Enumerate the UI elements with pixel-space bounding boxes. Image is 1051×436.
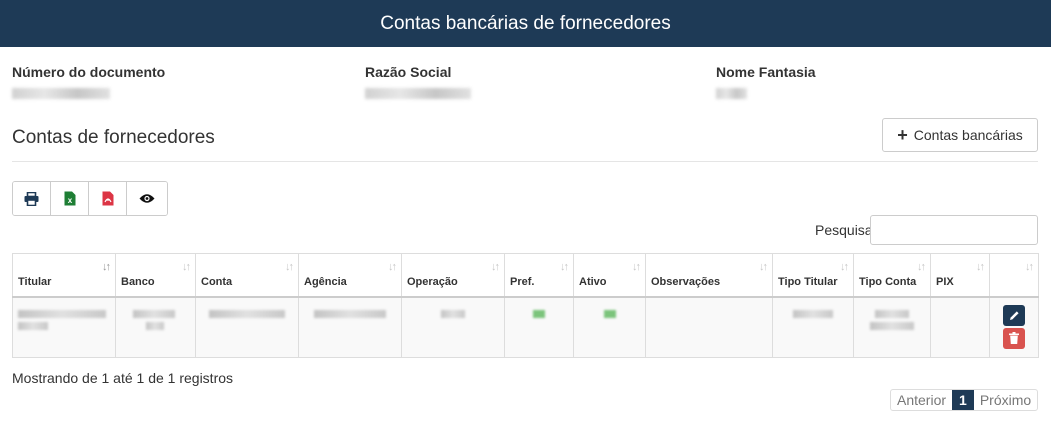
delete-button[interactable] [1003,327,1025,349]
column-header-ativo[interactable]: Ativo ↓↑ [573,253,646,298]
sort-asc-icon: ↓↑ [102,261,111,273]
column-header-banco[interactable]: Banco ↓↑ [115,253,196,298]
sort-icon: ↓↑ [917,261,926,273]
page-header: Contas bancárias de fornecedores [0,0,1051,47]
cell-operacao [401,296,505,358]
cell-tipo-titular [772,296,854,358]
sort-icon: ↓↑ [388,261,397,273]
trade-name-value-redacted [716,88,747,99]
add-bank-account-label: Contas bancárias [913,127,1023,143]
cell-observacoes [645,296,773,358]
pagination-page-current[interactable]: 1 [952,390,974,410]
column-header-pref[interactable]: Pref. ↓↑ [504,253,574,298]
cell-actions [989,296,1039,358]
column-header-pix[interactable]: PIX ↓↑ [930,253,990,298]
pdf-icon [102,191,113,206]
sort-icon: ↓↑ [285,261,294,273]
print-icon [24,191,39,206]
sort-icon: ↓↑ [632,261,641,273]
column-header-conta[interactable]: Conta ↓↑ [195,253,299,298]
plus-icon: + [897,125,908,145]
section-title: Contas de fornecedores [12,127,215,148]
pencil-icon [1009,310,1019,320]
company-name-value-redacted [365,88,471,99]
company-name-label: Razão Social [365,64,452,80]
page-title: Contas bancárias de fornecedores [380,12,671,34]
add-bank-account-button[interactable]: + Contas bancárias [882,118,1038,152]
table-header-row: Titular ↓↑ Banco ↓↑ Conta ↓↑ Agência ↓↑ Oper… [12,253,1039,298]
column-header-operacao[interactable]: Operação ↓↑ [401,253,505,298]
pagination-previous[interactable]: Anterior [891,390,952,410]
trade-name-label: Nome Fantasia [716,64,816,80]
sort-icon: ↓↑ [1025,261,1034,273]
sort-icon: ↓↑ [759,261,768,273]
column-header-tipo-conta[interactable]: Tipo Conta ↓↑ [853,253,931,298]
column-visibility-button[interactable] [127,182,167,215]
export-pdf-button[interactable] [89,182,127,215]
document-number-value-redacted [12,88,110,99]
check-icon [533,309,545,318]
search-input[interactable] [870,215,1038,245]
edit-button[interactable] [1003,304,1025,326]
cell-banco [115,296,196,358]
document-number-label: Número do documento [12,64,166,80]
check-icon [603,309,616,318]
pagination-next[interactable]: Próximo [974,390,1037,410]
cell-pref [504,296,574,358]
cell-ativo [573,296,646,358]
print-button[interactable] [13,182,51,215]
excel-icon: x [64,191,75,206]
sort-icon: ↓↑ [976,261,985,273]
export-toolbar: x [12,181,168,216]
cell-conta [195,296,299,358]
pagination: Anterior 1 Próximo [890,389,1039,411]
column-header-actions[interactable]: ↓↑ [989,253,1039,298]
column-header-observacoes[interactable]: Observações ↓↑ [645,253,773,298]
sort-icon: ↓↑ [560,261,569,273]
sort-icon: ↓↑ [840,261,849,273]
column-header-titular[interactable]: Titular ↓↑ [12,253,116,298]
trash-icon [1009,332,1019,344]
column-header-tipo-titular[interactable]: Tipo Titular ↓↑ [772,253,854,298]
divider [12,161,1038,162]
search-label: Pesquisar [815,222,878,238]
table-row [12,296,1039,358]
cell-pix [930,296,990,358]
cell-tipo-conta [853,296,931,358]
cell-agencia [298,296,402,358]
eye-icon [139,194,155,203]
export-excel-button[interactable]: x [51,182,89,215]
sort-icon: ↓↑ [182,261,191,273]
sort-icon: ↓↑ [491,261,500,273]
bank-accounts-table: Titular ↓↑ Banco ↓↑ Conta ↓↑ Agência ↓↑ Oper… [12,253,1039,358]
column-header-agencia[interactable]: Agência ↓↑ [298,253,402,298]
cell-titular [12,296,116,358]
table-info: Mostrando de 1 até 1 de 1 registros [12,370,234,386]
svg-text:x: x [67,196,72,205]
